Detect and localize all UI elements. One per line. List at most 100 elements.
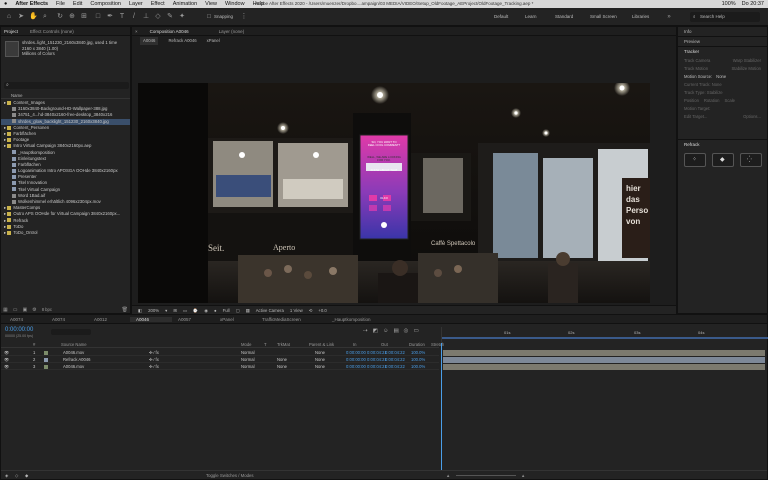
layer-in[interactable]: 0:00:00:00 — [346, 349, 366, 356]
layer-stretch[interactable]: 100.0% — [411, 349, 425, 356]
layer-duration-bar[interactable] — [443, 356, 765, 363]
layer-stretch[interactable]: 100.0% — [411, 356, 425, 363]
new-folder-icon[interactable]: ▭ — [13, 307, 18, 313]
project-item[interactable]: ▸ ToDo_Ontrol — [1, 230, 130, 236]
brush-tool-icon[interactable]: / — [130, 13, 138, 21]
layer-dur[interactable]: 0:00:04:22 — [385, 349, 405, 356]
roto-brush-tool-icon[interactable]: ✎ — [166, 13, 174, 21]
layer-switches-icon[interactable]: ✣ ⁄ fx — [149, 349, 159, 356]
refrack-corner-pin-button[interactable]: ⁘ — [684, 153, 706, 167]
column-header[interactable]: Source Name — [61, 341, 87, 348]
shy-layers-icon[interactable]: ☺ — [383, 328, 389, 334]
current-timecode[interactable]: 0:00:00:00 — [5, 327, 33, 333]
timeline-tab[interactable]: A0012 — [88, 317, 130, 322]
selection-tool-icon[interactable]: ➤ — [17, 13, 25, 21]
tracker-panel-header[interactable]: Tracker — [678, 47, 767, 57]
menu-edit[interactable]: Edit — [73, 1, 82, 7]
zoom-in-icon[interactable]: ▲ — [521, 471, 525, 480]
layer-dur[interactable]: 0:00:04:22 — [385, 363, 405, 370]
new-comp-icon[interactable]: ▣ — [22, 307, 27, 313]
refrack-track-button[interactable]: ⁛ — [740, 153, 762, 167]
resolution-dropdown[interactable]: Full — [223, 306, 230, 314]
layer-label-color-icon[interactable] — [44, 350, 48, 355]
layer-mode[interactable]: Normal — [241, 363, 255, 370]
layer-out[interactable]: 0:00:04:21 — [367, 363, 387, 370]
layer-in[interactable]: 0:00:00:00 — [346, 356, 366, 363]
layer-label-color-icon[interactable] — [44, 364, 48, 369]
preview-panel-header[interactable]: Preview — [678, 37, 767, 47]
eraser-tool-icon[interactable]: ◇ — [154, 13, 162, 21]
battery-status[interactable]: 100% — [722, 0, 736, 8]
overflow-chevron-icon[interactable]: » — [665, 13, 673, 21]
rectangle-tool-icon[interactable]: □ — [94, 13, 102, 21]
timeline-tab[interactable]: _Hauptkomposition — [326, 317, 396, 322]
tab-composition[interactable]: Composition A0046 — [150, 29, 189, 34]
expand-layer-switches-icon[interactable]: ◈ — [5, 471, 8, 480]
rotation-checkbox[interactable]: Rotation — [704, 97, 720, 105]
timeline-tab[interactable]: A0074 — [4, 317, 46, 322]
visibility-eye-icon[interactable]: 👁 — [4, 363, 9, 370]
column-header[interactable]: TrkMat — [277, 341, 290, 348]
tab-effect-controls[interactable]: Effect Controls (none) — [30, 29, 74, 34]
exposure-value[interactable]: +0.0 — [318, 306, 326, 314]
breadcrumb-refrack[interactable]: Refrack A0046 — [168, 37, 196, 45]
timeline-tab[interactable]: TrafficMediaScreen — [256, 317, 326, 322]
menu-file[interactable]: File — [56, 1, 65, 7]
column-header[interactable]: Stretch — [431, 341, 444, 348]
workspace-default[interactable]: Default — [494, 13, 508, 21]
layer-row[interactable]: 👁 ✣ ⁄ fx 2 Refrack A0046 Normal None None 0:00:… — [1, 356, 439, 363]
current-track-field[interactable]: Current Track: None — [684, 81, 761, 89]
pan-behind-tool-icon[interactable]: ⊞ — [80, 13, 88, 21]
info-panel-header[interactable]: Info — [678, 27, 767, 37]
refrack-diamond-button[interactable]: ◆ — [712, 153, 734, 167]
snapping-checkbox[interactable]: ☐ — [205, 13, 213, 21]
workspace-standard[interactable]: Standard — [555, 13, 573, 21]
column-header[interactable]: T — [264, 341, 267, 348]
timeline-tab[interactable]: A0074 — [46, 317, 88, 322]
always-preview-icon[interactable]: ◧ — [138, 306, 142, 314]
type-tool-icon[interactable]: T — [118, 13, 126, 21]
snapping-options-icon[interactable]: ⋮ — [240, 13, 248, 21]
menu-effect[interactable]: Effect — [151, 1, 165, 7]
layer-parent[interactable]: None — [315, 363, 325, 370]
stabilize-motion-button[interactable]: Stabilize Motion — [731, 65, 761, 73]
channel-icon[interactable]: ● — [214, 306, 217, 314]
draft-3d-icon[interactable]: ◩ — [373, 328, 378, 334]
refrack-panel-header[interactable]: Refrack — [678, 139, 767, 149]
graph-editor-icon[interactable]: ▭ — [413, 328, 418, 334]
project-search-input[interactable]: ⌕ — [4, 82, 129, 89]
clone-stamp-tool-icon[interactable]: ⊥ — [142, 13, 150, 21]
layer-mode[interactable]: Normal — [241, 349, 255, 356]
visibility-eye-icon[interactable]: 👁 — [4, 356, 9, 363]
layer-trkmat[interactable]: None — [277, 356, 287, 363]
scale-checkbox[interactable]: Scale — [725, 97, 735, 105]
menu-animation[interactable]: Animation — [173, 1, 197, 7]
interpret-footage-icon[interactable]: ▦ — [3, 307, 8, 313]
camera-tool-icon[interactable]: ⊕ — [68, 13, 76, 21]
position-checkbox[interactable]: Position — [684, 97, 699, 105]
project-settings-icon[interactable]: ⚙ — [32, 307, 36, 313]
breadcrumb-xpanel[interactable]: xPanel — [207, 37, 220, 45]
zoom-out-icon[interactable]: ▲ — [446, 471, 450, 480]
layer-switches-icon[interactable]: ✣ ⁄ fx — [149, 356, 159, 363]
home-icon[interactable]: ⌂ — [5, 13, 13, 21]
warp-stabilizer-button[interactable]: Warp Stabilizer — [733, 57, 761, 65]
playhead[interactable] — [441, 343, 442, 471]
expand-transfer-controls-icon[interactable]: ◇ — [15, 471, 18, 480]
menu-window[interactable]: Window — [225, 1, 245, 7]
tab-project[interactable]: Project — [4, 29, 18, 34]
tab-layer[interactable]: Layer (none) — [219, 29, 245, 34]
layer-row[interactable]: 👁 ✣ ⁄ fx 1 A0046.mov Normal None 0:00:00:00 0:0… — [1, 349, 439, 356]
tracker-options-button[interactable]: Options... — [743, 113, 761, 121]
motion-blur-icon[interactable]: ◎ — [404, 328, 409, 334]
layer-parent[interactable]: None — [315, 356, 325, 363]
zoom-tool-icon[interactable]: ⌕ — [41, 13, 49, 21]
workspace-learn[interactable]: Learn — [525, 13, 537, 21]
layer-duration-bar[interactable] — [443, 363, 765, 370]
timeline-tab[interactable]: xPanel — [214, 317, 256, 322]
layer-dur[interactable]: 0:00:04:22 — [385, 356, 405, 363]
menu-composition[interactable]: Composition — [90, 1, 121, 7]
close-tab-icon[interactable]: × — [135, 29, 138, 34]
layer-out[interactable]: 0:00:04:21 — [367, 356, 387, 363]
magnification-dropdown[interactable]: 200% — [148, 306, 159, 314]
